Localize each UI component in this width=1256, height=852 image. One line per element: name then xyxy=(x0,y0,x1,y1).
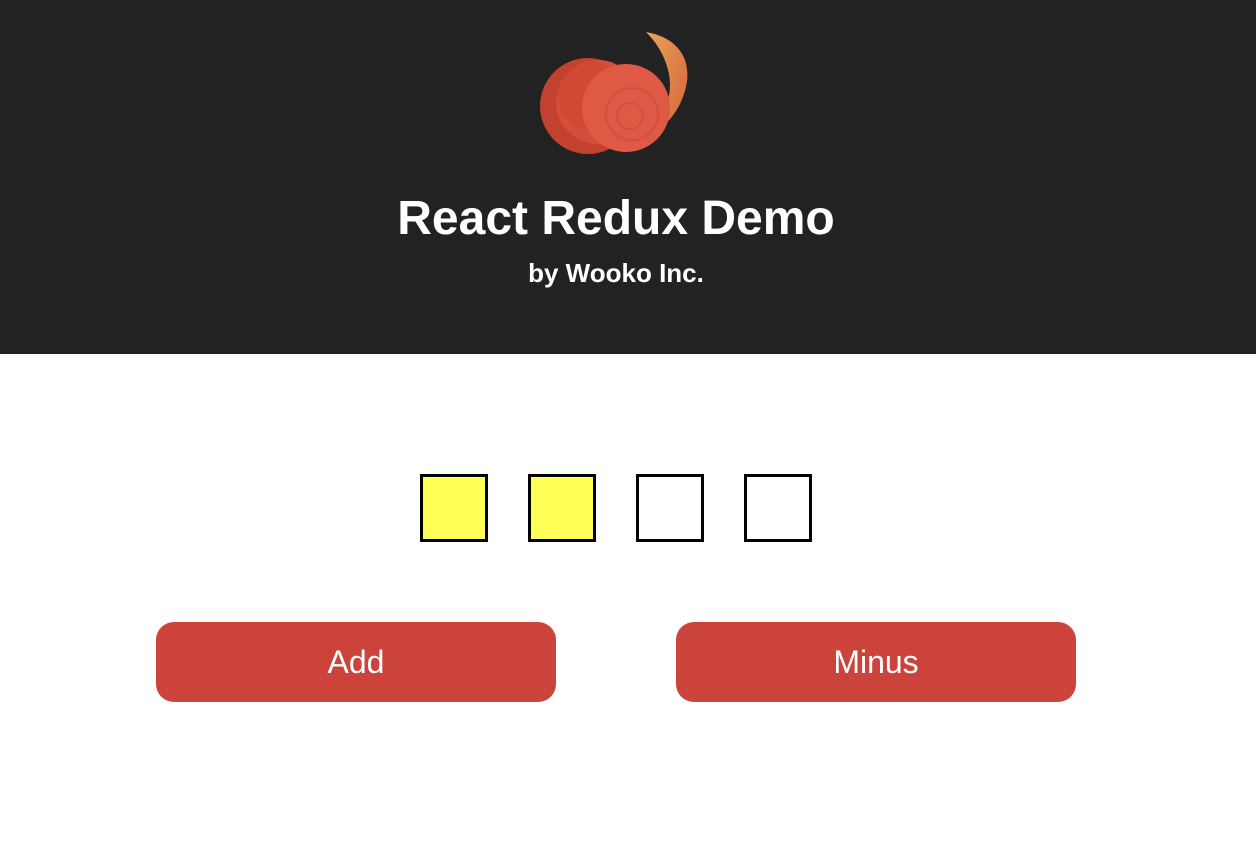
app-header: React Redux Demo by Wooko Inc. xyxy=(0,0,1256,354)
counter-square-empty xyxy=(636,474,704,542)
counter-square-empty xyxy=(744,474,812,542)
page-title: React Redux Demo xyxy=(397,192,835,245)
minus-button[interactable]: Minus xyxy=(676,622,1076,702)
redux-swirl-logo-icon xyxy=(540,32,688,154)
add-button[interactable]: Add xyxy=(156,622,556,702)
page-subtitle: by Wooko Inc. xyxy=(528,258,704,288)
counter-square-filled xyxy=(420,474,488,542)
counter-square-filled xyxy=(528,474,596,542)
counter-squares xyxy=(420,474,812,542)
